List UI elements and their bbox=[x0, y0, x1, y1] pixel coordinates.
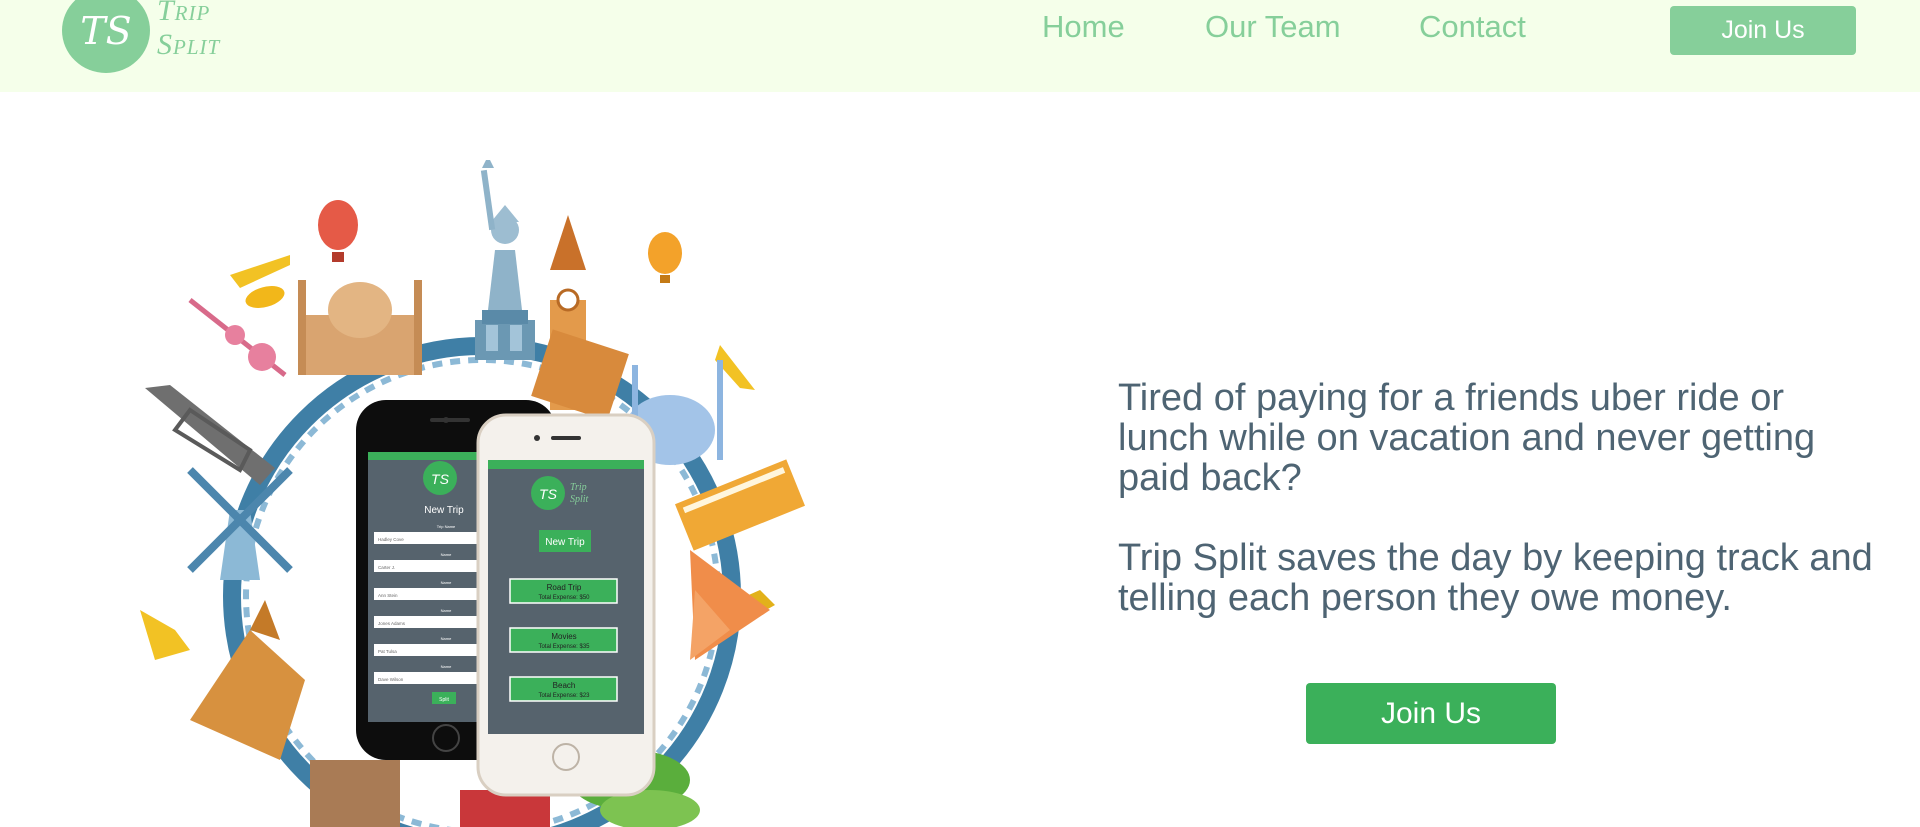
taj-mahal-icon bbox=[298, 280, 422, 375]
trip-expense: Total Expense: $50 bbox=[538, 595, 590, 601]
trip-expense: Total Expense: $35 bbox=[538, 644, 590, 650]
travel-illustration: TS New Trip Trip Name Hadley Cove Name C… bbox=[140, 160, 805, 827]
svg-text:Name: Name bbox=[441, 664, 452, 669]
phone-front-mockup: TS Trip Split New Trip Road Trip Total E… bbox=[476, 413, 656, 797]
svg-text:Trip: Trip bbox=[570, 482, 587, 493]
phone-new-trip-button: New Trip bbox=[545, 537, 585, 548]
nav-our-team-link[interactable]: Our Team bbox=[1205, 9, 1341, 45]
logo-word-split: Split bbox=[157, 28, 221, 61]
phone-front-logo: TS bbox=[539, 486, 558, 502]
colosseum-icon bbox=[310, 760, 400, 827]
svg-text:Name: Name bbox=[441, 552, 452, 557]
phone-back-logo: TS bbox=[431, 471, 450, 487]
logo-word-trip: Trip bbox=[157, 0, 211, 27]
trip-name: Beach bbox=[553, 681, 576, 690]
big-ben-icon bbox=[531, 215, 629, 421]
tv-tower-icon bbox=[188, 298, 287, 377]
svg-text:Name: Name bbox=[441, 580, 452, 585]
trip-name: Road Trip bbox=[547, 583, 582, 592]
phone-back-title: New Trip bbox=[424, 505, 464, 516]
hero-copy: Tired of paying for a friends uber ride … bbox=[1118, 378, 1878, 618]
svg-text:Split: Split bbox=[570, 494, 589, 505]
svg-text:Ann Stein: Ann Stein bbox=[378, 593, 398, 598]
nav-home-link[interactable]: Home bbox=[1042, 9, 1125, 45]
svg-text:Jones Adams: Jones Adams bbox=[378, 621, 406, 626]
svg-text:Hadley Cove: Hadley Cove bbox=[378, 537, 404, 542]
site-header: TS Trip Split Home Our Team Contact Join… bbox=[0, 0, 1920, 92]
svg-text:Dave Wilson: Dave Wilson bbox=[378, 677, 404, 682]
trip-expense: Total Expense: $23 bbox=[538, 693, 590, 699]
svg-text:Trip Name: Trip Name bbox=[437, 524, 456, 529]
logo-badge[interactable]: TS bbox=[62, 0, 150, 73]
hero-join-button[interactable]: Join Us bbox=[1306, 683, 1556, 744]
logo-initials: TS bbox=[80, 8, 132, 53]
statue-of-liberty-icon bbox=[475, 160, 535, 360]
hero-paragraph-solution: Trip Split saves the day by keeping trac… bbox=[1118, 537, 1873, 619]
svg-text:Carter J.: Carter J. bbox=[378, 565, 395, 570]
svg-text:Name: Name bbox=[441, 636, 452, 641]
svg-text:Name: Name bbox=[441, 608, 452, 613]
svg-text:Pat Tulsa: Pat Tulsa bbox=[378, 649, 397, 654]
hero-paragraph-problem: Tired of paying for a friends uber ride … bbox=[1118, 377, 1816, 499]
nav-contact-link[interactable]: Contact bbox=[1419, 9, 1526, 45]
trip-name: Movies bbox=[551, 632, 576, 641]
eiffel-tower-icon bbox=[145, 385, 275, 485]
svg-text:Split: Split bbox=[439, 697, 449, 703]
header-join-button[interactable]: Join Us bbox=[1670, 6, 1856, 55]
